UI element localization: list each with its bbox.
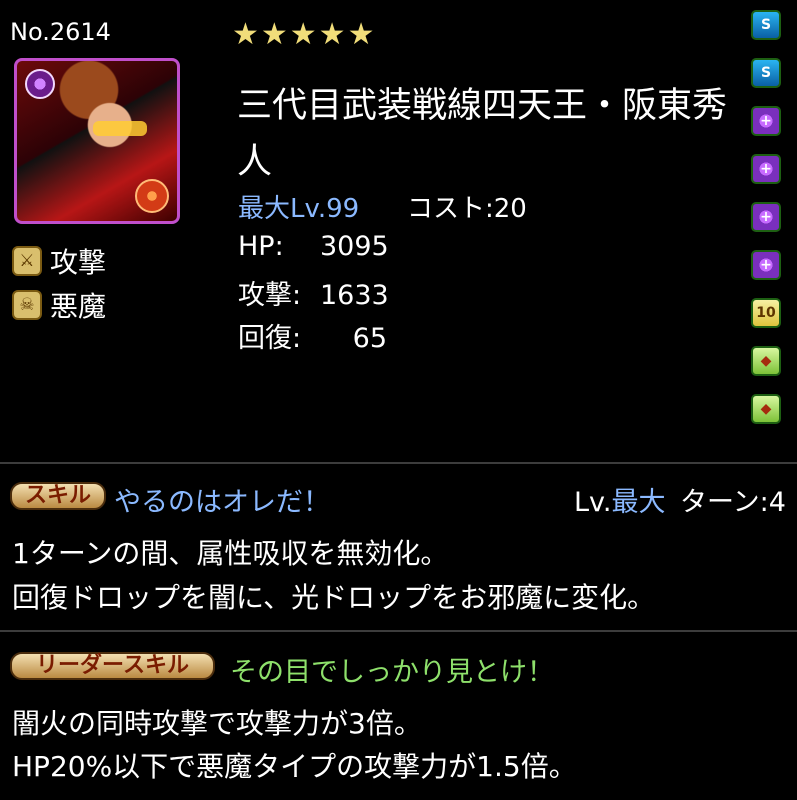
skill-description-line-1: 1ターンの間、属性吸収を無効化。 (12, 537, 449, 570)
skill-level-value: 最大 (611, 487, 666, 518)
attack-killer-icon[interactable]: ◆ (751, 394, 781, 424)
devil-killer-icon[interactable]: ◆ (751, 346, 781, 376)
dark-attribute-icon (25, 69, 55, 99)
stat-label: HP: (238, 231, 284, 262)
dark-attribute-enhance-icon[interactable]: + (751, 202, 781, 232)
leader-skill-name[interactable]: その目でしっかり見とけ！ (230, 650, 554, 689)
stat-label: 攻撃: (238, 280, 302, 311)
max-level: 最大Lv.99 (238, 194, 360, 224)
skill-boost-icon[interactable]: S (751, 58, 781, 88)
divider (0, 630, 797, 632)
dark-attribute-enhance-icon[interactable]: + (751, 250, 781, 280)
skill-boost-icon[interactable]: S (751, 10, 781, 40)
leader-skill-description-line-2: HP20%以下で悪魔タイプの攻撃力が1.5倍。 (12, 750, 577, 783)
stat-value: 3095 (320, 231, 389, 262)
skill-name[interactable]: やるのはオレだ！ (114, 480, 330, 519)
type-label: 攻撃 (50, 246, 107, 279)
leader-skill-description-line-1: 闇火の同時攻撃で攻撃力が3倍。 (12, 707, 422, 740)
sunglasses-icon (93, 121, 147, 136)
skill-level-label: Lv. (574, 487, 612, 518)
card-number: No.2614 (10, 18, 111, 46)
skill-description-line-2: 回復ドロップを闇に、光ドロップをお邪魔に変化。 (12, 581, 656, 614)
dark-attribute-enhance-icon[interactable]: + (751, 154, 781, 184)
awakening-list: S S + + + + 10 ◆ ◆ (751, 10, 781, 442)
rarity-stars: ★★★★★ (232, 17, 377, 52)
dark-attribute-enhance-icon[interactable]: + (751, 106, 781, 136)
hp-stat: HP: 3095 (238, 231, 389, 262)
skill-badge: スキル (10, 482, 106, 510)
combo-10-icon[interactable]: 10 (751, 298, 781, 328)
monster-name: 三代目武装戦線四天王・阪東秀人 (237, 86, 728, 182)
stat-value: 1633 (320, 280, 389, 311)
recovery-stat: 回復: 65 (238, 316, 387, 355)
skill-turn: ターン:4 (680, 487, 786, 518)
skill-level: Lv.最大 (574, 480, 666, 519)
monster-portrait[interactable] (14, 58, 180, 224)
fire-attribute-icon (135, 179, 169, 213)
attack-type-icon: ⚔ (12, 246, 42, 276)
cost: コスト:20 (407, 194, 527, 224)
type-row-devil: ☠ 悪魔 (12, 289, 106, 323)
divider (0, 462, 797, 464)
type-row-attack: ⚔ 攻撃 (12, 245, 106, 279)
leader-skill-badge: リーダースキル (10, 652, 215, 680)
stat-value: 65 (352, 323, 387, 354)
devil-type-icon: ☠ (12, 290, 42, 320)
attack-stat: 攻撃: 1633 (238, 273, 389, 312)
stat-label: 回復: (238, 323, 302, 354)
type-label: 悪魔 (50, 290, 107, 323)
